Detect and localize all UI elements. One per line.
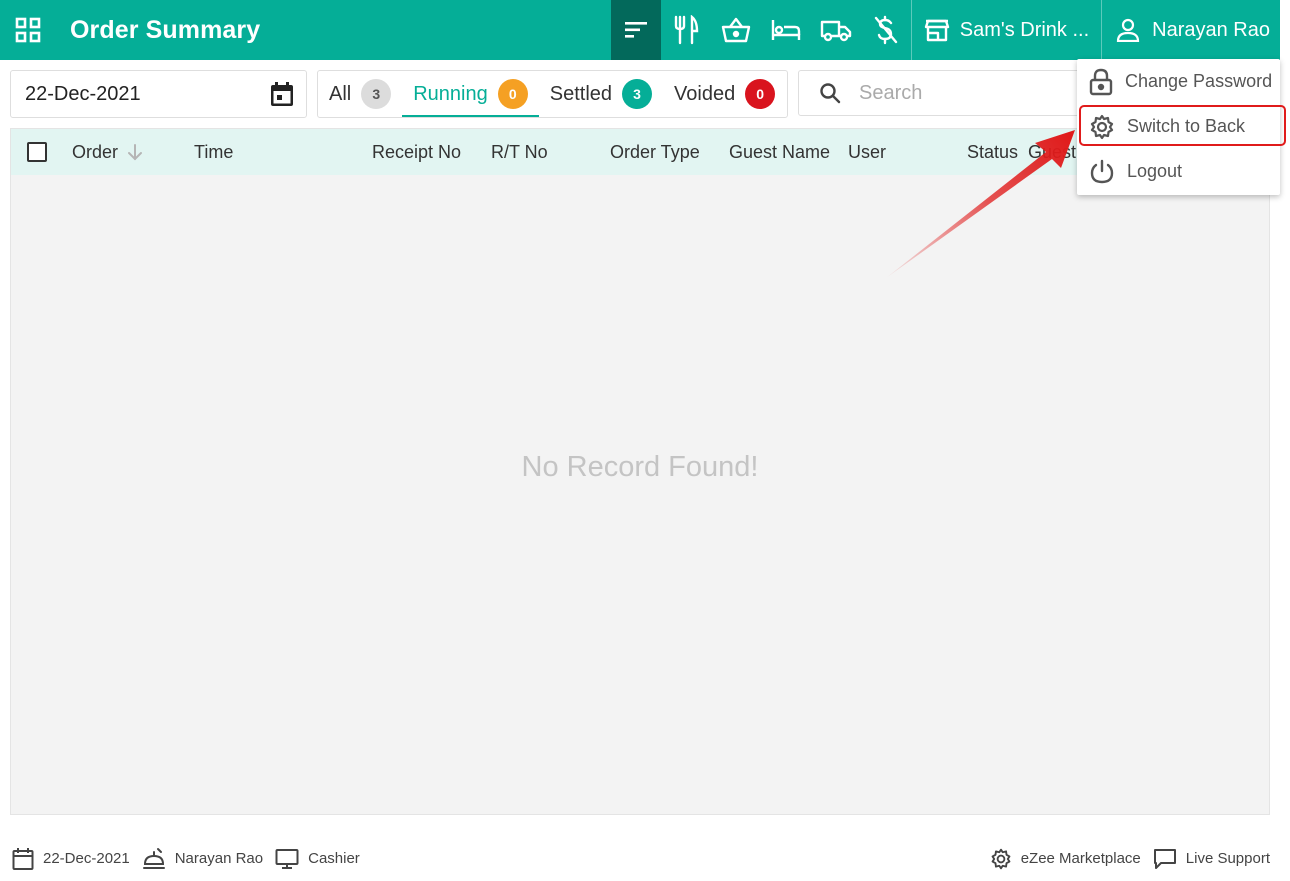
date-value: 22-Dec-2021 <box>25 82 141 105</box>
menu-item-logout[interactable]: Logout <box>1077 149 1280 194</box>
power-icon <box>1090 159 1114 183</box>
marketplace-label: eZee Marketplace <box>1020 850 1141 867</box>
takeaway-nav-button[interactable] <box>711 0 761 60</box>
column-guest[interactable]: Guest <box>1028 129 1076 175</box>
search-input[interactable] <box>859 81 1059 105</box>
user-menu-button[interactable]: Narayan Rao <box>1102 0 1280 60</box>
column-rt-no[interactable]: R/T No <box>491 129 548 175</box>
column-label: User <box>848 141 887 162</box>
footer-user-name: Narayan Rao <box>174 850 264 867</box>
bed-icon <box>771 20 800 40</box>
count-badge: 0 <box>497 79 528 109</box>
column-label: Receipt No <box>372 141 462 162</box>
menu-item-change-password[interactable]: Change Password <box>1077 59 1280 104</box>
column-label: Order <box>72 141 119 162</box>
basket-icon <box>721 17 750 43</box>
tab-voided[interactable]: Voided 0 <box>663 71 786 117</box>
arrow-down-icon[interactable] <box>126 143 144 161</box>
waiter-icon <box>142 847 165 869</box>
column-label: Guest Name <box>729 141 831 162</box>
page-title: Order Summary <box>70 15 261 44</box>
column-label: Time <box>194 141 234 162</box>
menu-item-label: Logout <box>1127 161 1183 181</box>
column-user[interactable]: User <box>848 129 886 175</box>
tab-label: All <box>329 82 352 105</box>
checkbox[interactable] <box>27 142 47 162</box>
footer-terminal-name: Cashier <box>308 850 360 867</box>
footer-user: Narayan Rao <box>142 847 263 871</box>
date-picker[interactable]: 22-Dec-2021 <box>10 70 307 118</box>
tab-label: Voided <box>674 82 736 105</box>
footer-terminal: Cashier <box>275 847 360 871</box>
room-service-nav-button[interactable] <box>761 0 811 60</box>
tab-label: Running <box>413 82 488 105</box>
live-support-label: Live Support <box>1185 850 1270 867</box>
column-label: R/T No <box>491 141 548 162</box>
column-order-type[interactable]: Order Type <box>610 129 700 175</box>
live-support-link[interactable]: Live Support <box>1153 848 1270 870</box>
column-label: Status <box>967 141 1019 162</box>
column-label: Guest <box>1028 141 1077 162</box>
truck-icon <box>820 20 851 42</box>
money-off-icon <box>874 15 897 45</box>
outlet-name: Sam's Drink ... <box>959 18 1090 41</box>
calendar-icon[interactable] <box>270 81 294 107</box>
select-all-checkbox[interactable] <box>27 129 47 175</box>
apps-grid-button[interactable] <box>0 0 56 60</box>
user-name: Narayan Rao <box>1152 18 1270 41</box>
tab-settled[interactable]: Settled 3 <box>539 71 663 117</box>
calendar-icon <box>12 847 34 870</box>
top-bar: Order Summary Sam's Drink ... Narayan Ra… <box>0 0 1280 60</box>
grid-icon <box>15 17 41 43</box>
search-icon <box>820 83 841 104</box>
gear-icon <box>991 848 1011 869</box>
column-guest-name[interactable]: Guest Name <box>729 129 830 175</box>
monitor-icon <box>275 848 299 869</box>
orders-table: Order Time Receipt No R/T No Order Type … <box>10 128 1270 815</box>
order-summary-nav-button[interactable] <box>610 0 661 60</box>
store-icon <box>924 19 949 42</box>
restaurant-icon <box>674 15 698 45</box>
status-tabs: All 3 Running 0 Settled 3 Voided 0 <box>317 70 788 118</box>
menu-item-label: Change Password <box>1125 71 1273 91</box>
footer-date: 22-Dec-2021 <box>12 847 130 871</box>
count-badge: 0 <box>745 79 776 109</box>
delivery-nav-button[interactable] <box>811 0 861 60</box>
no-charge-nav-button[interactable] <box>861 0 911 60</box>
annotation-highlight-box <box>1079 105 1286 146</box>
person-icon <box>1117 18 1140 42</box>
outlet-selector[interactable]: Sam's Drink ... <box>912 0 1101 60</box>
empty-state-message: No Record Found! <box>521 451 759 483</box>
chat-icon <box>1153 848 1176 869</box>
count-badge: 3 <box>622 79 653 109</box>
dine-in-nav-button[interactable] <box>661 0 711 60</box>
column-receipt-no[interactable]: Receipt No <box>372 129 461 175</box>
tab-running[interactable]: Running 0 <box>402 71 539 117</box>
tab-all[interactable]: All 3 <box>318 71 402 117</box>
column-order[interactable]: Order <box>72 129 144 175</box>
column-time[interactable]: Time <box>194 129 233 175</box>
search-box <box>798 70 1098 116</box>
count-badge: 3 <box>361 79 392 109</box>
tab-label: Settled <box>549 82 613 105</box>
marketplace-link[interactable]: eZee Marketplace <box>990 848 1141 870</box>
filter-list-icon <box>624 22 647 38</box>
lock-icon <box>1089 68 1113 95</box>
footer-bar: 22-Dec-2021 Narayan Rao Cashier eZee Mar… <box>0 836 1280 881</box>
footer-date-value: 22-Dec-2021 <box>43 850 130 867</box>
column-status[interactable]: Status <box>967 129 1018 175</box>
column-label: Order Type <box>610 141 700 162</box>
